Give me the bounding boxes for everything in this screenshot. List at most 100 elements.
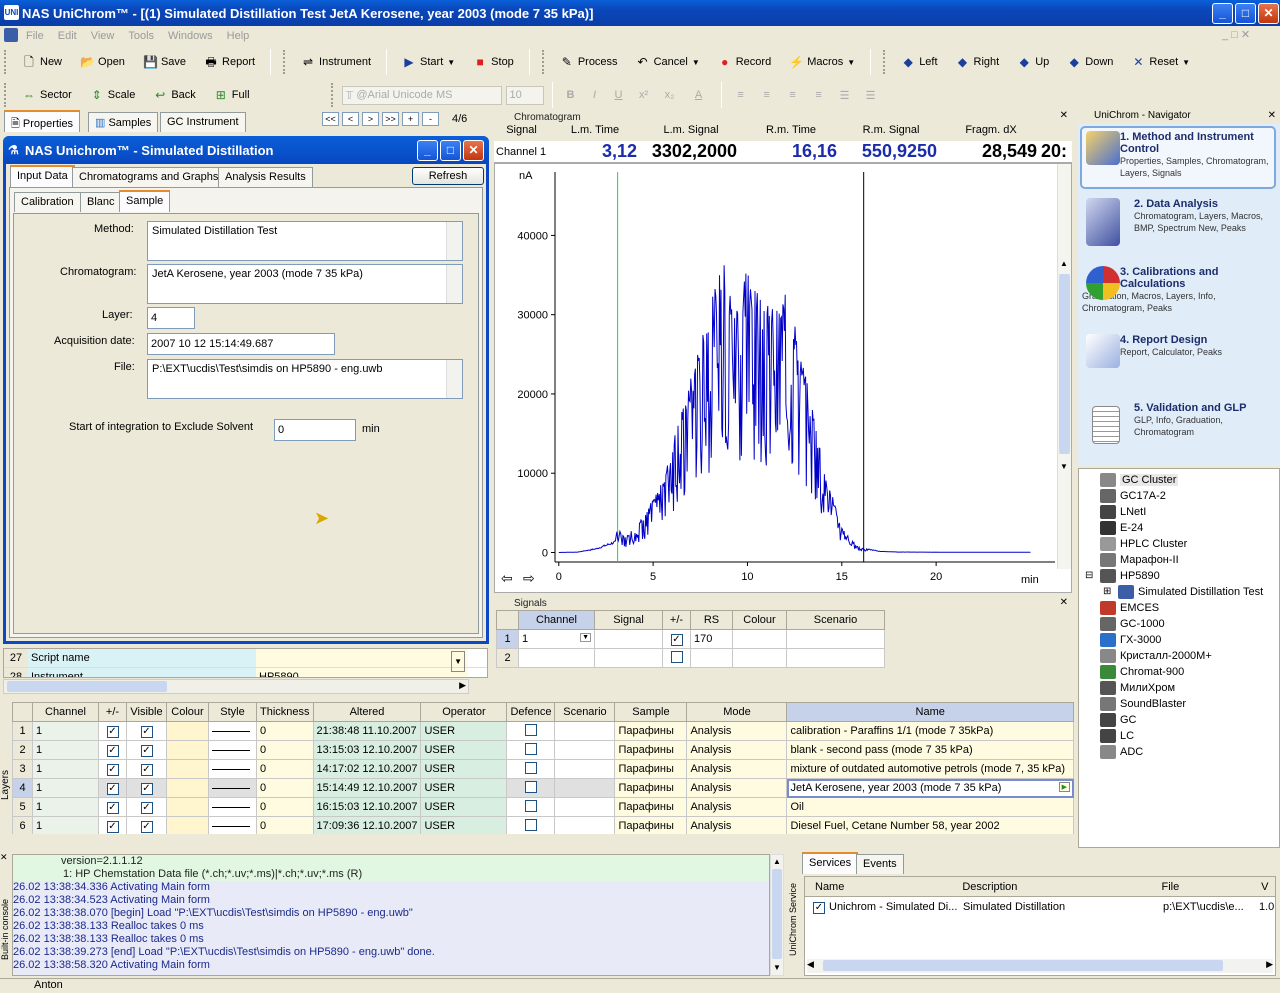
colour-cell[interactable] (166, 759, 209, 779)
dropdown-arrow-icon[interactable]: ▼ (1182, 58, 1190, 67)
defence-cell[interactable] (506, 721, 556, 741)
pager-next-button[interactable]: > (362, 112, 379, 126)
superscript-button[interactable]: x² (633, 89, 655, 101)
checkbox[interactable] (524, 761, 537, 774)
dialog-minimize-button[interactable]: _ (417, 140, 438, 161)
altered-cell[interactable]: 14:17:02 12.10.2007 (312, 759, 422, 779)
signal-cell[interactable] (594, 629, 663, 649)
scroll-up-icon[interactable]: ▲ (773, 857, 781, 866)
scroll-left-icon[interactable]: ◀ (807, 959, 814, 970)
col-thickness[interactable]: Thickness (256, 702, 314, 722)
style-cell[interactable] (208, 778, 257, 798)
tree-item[interactable]: GC (1100, 712, 1137, 728)
defence-cell[interactable] (506, 740, 556, 760)
layer-row[interactable]: 2 1 ✓ ✓ 0 13:15:03 12.10.2007 USER Парафины Anal… (12, 740, 1074, 760)
property-row[interactable]: 28 Instrument HP5890 (4, 668, 487, 677)
property-row[interactable]: 27 Script name ▼ (4, 649, 487, 672)
cancel-button[interactable]: ↶ Cancel ▼ (629, 50, 707, 74)
tree-item[interactable]: SoundBlaster (1100, 696, 1186, 712)
numbered-list-icon[interactable]: ☰ (860, 89, 882, 102)
toolbar-grip[interactable] (4, 50, 7, 74)
name-cell[interactable]: Oil (786, 797, 1074, 817)
signal-cell[interactable] (594, 648, 663, 668)
mode-cell[interactable]: Analysis (686, 759, 788, 779)
tab-events[interactable]: Events (856, 854, 904, 874)
dropdown-arrow-icon[interactable]: ▼ (451, 651, 465, 672)
operator-cell[interactable]: USER (420, 759, 508, 779)
solvent-field[interactable]: 0 (274, 419, 356, 441)
scroll-right-icon[interactable]: ▶ (1266, 959, 1273, 970)
operator-cell[interactable]: USER (420, 740, 508, 760)
channel-cell[interactable]: 1 (32, 740, 99, 760)
sample-cell[interactable]: Парафины (614, 778, 688, 798)
altered-cell[interactable]: 21:38:48 11.10.2007 (312, 721, 422, 741)
col-scenario[interactable]: Scenario (554, 702, 616, 722)
align-justify-icon[interactable]: ≡ (808, 89, 830, 101)
col-defence[interactable]: Defence (506, 702, 556, 722)
scenario-cell[interactable] (554, 797, 616, 817)
sample-cell[interactable]: Парафины (614, 740, 688, 760)
tree-item[interactable]: HPLC Cluster (1100, 536, 1187, 552)
toolbar-grip[interactable] (330, 83, 334, 107)
channel-cell[interactable]: 1 (32, 721, 99, 741)
toolbar-grip[interactable] (541, 50, 545, 74)
checkbox[interactable] (524, 818, 537, 831)
tree-item[interactable]: HP5890 (1100, 568, 1160, 584)
maximize-button[interactable]: □ (1235, 3, 1256, 24)
chromatogram-scrollbar[interactable] (446, 265, 462, 303)
subscript-button[interactable]: x₂ (659, 89, 681, 101)
tab-chromatograms-graphs[interactable]: Chromatograms and Graphs (72, 167, 226, 187)
toolbar-grip[interactable] (283, 50, 286, 74)
panel-close-icon[interactable]: ✕ (1268, 110, 1276, 121)
menu-file[interactable]: File (26, 30, 44, 42)
checkbox[interactable]: ✓ (106, 782, 119, 795)
method-scrollbar[interactable] (446, 222, 462, 260)
tree-item[interactable]: ADC (1100, 744, 1143, 760)
property-value[interactable]: HP5890 (256, 668, 468, 677)
scenario-cell[interactable] (554, 778, 616, 798)
panel-close-icon[interactable]: ✕ (1060, 597, 1068, 608)
thickness-cell[interactable]: 0 (256, 816, 314, 834)
checkbox[interactable]: ✓ (106, 725, 119, 738)
layer-row[interactable]: 4 1 ✓ ✓ 0 15:14:49 12.10.2007 USER Парафины Anal… (12, 778, 1074, 798)
channel-cell[interactable]: 1 (32, 778, 99, 798)
minimize-button[interactable]: _ (1212, 3, 1233, 24)
chromatogram-field[interactable]: JetA Kerosene, year 2003 (mode 7 35 kPa) (147, 264, 463, 304)
channel-cell[interactable]: 1 (32, 797, 99, 817)
tab-services[interactable]: Services (802, 852, 859, 874)
rs-cell[interactable] (690, 648, 733, 668)
visible-cell[interactable]: ✓ (126, 759, 167, 779)
scrollbar-thumb[interactable] (772, 869, 782, 959)
acquisition-date-field[interactable]: 2007 10 12 15:14:49.687 (147, 333, 335, 355)
col-altered[interactable]: Altered (312, 702, 422, 722)
refresh-button[interactable]: Refresh (412, 167, 484, 185)
left-button[interactable]: ◆ Left (894, 50, 944, 74)
scenario-cell[interactable] (554, 759, 616, 779)
mode-cell[interactable]: Analysis (686, 797, 788, 817)
method-field[interactable]: Simulated Distillation Test (147, 221, 463, 261)
col-sample[interactable]: Sample (614, 702, 688, 722)
colour-cell[interactable] (166, 778, 209, 798)
checkbox[interactable] (524, 780, 537, 793)
plusminus-cell[interactable]: ✓ (98, 778, 127, 798)
menu-view[interactable]: View (91, 30, 115, 42)
start-button[interactable]: ▶ Start ▼ (395, 50, 462, 74)
col-description[interactable]: Description (956, 881, 1155, 893)
italic-button[interactable]: I (585, 89, 605, 101)
sample-cell[interactable]: Парафины (614, 759, 688, 779)
signals-row[interactable]: 1 1 ▼ ✓ 170 (496, 629, 885, 649)
scenario-cell[interactable] (786, 648, 885, 668)
defence-cell[interactable] (506, 797, 556, 817)
console-vscrollbar[interactable]: ▲ ▼ (770, 854, 784, 976)
col-plusminus[interactable]: +/- (662, 610, 691, 630)
chromatogram-plot-area[interactable]: 40000 30000 20000 10000 0 0 5 10 15 20 nA min ⇦ ⇨… (494, 163, 1072, 593)
scroll-up-icon[interactable]: ▲ (1060, 259, 1068, 268)
visible-cell[interactable]: ✓ (126, 797, 167, 817)
open-button[interactable]: 📂 Open (73, 50, 132, 74)
defence-cell[interactable] (506, 759, 556, 779)
tree-item[interactable]: E-24 (1100, 520, 1143, 536)
full-button[interactable]: ⊞ Full (207, 83, 257, 107)
col-scenario[interactable]: Scenario (786, 610, 885, 630)
underline-button[interactable]: U (609, 89, 629, 101)
scrollbar-thumb[interactable] (7, 681, 167, 692)
